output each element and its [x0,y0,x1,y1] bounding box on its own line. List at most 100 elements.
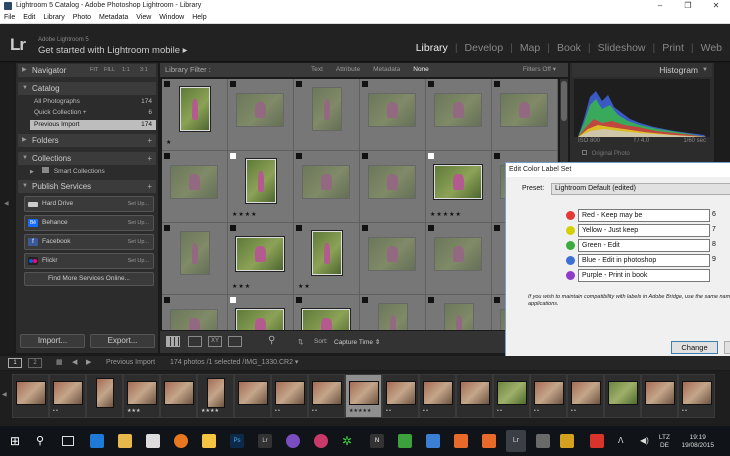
primary-window-button[interactable]: 1 [8,358,22,368]
filmstrip-cell[interactable]: • • [419,374,456,418]
photo-thumbnail[interactable] [180,87,210,131]
setup-link[interactable]: Set Up... [128,254,149,268]
filmstrip-thumbnail[interactable] [386,381,416,405]
flag-icon[interactable] [230,153,236,159]
grid-cell[interactable] [426,223,492,295]
filmstrip-thumbnail[interactable] [312,381,342,405]
photo-thumbnail[interactable] [170,165,218,199]
scrollbar-thumb[interactable] [561,81,567,121]
service-hard-drive[interactable]: Hard Drive Set Up... [24,196,154,212]
filmstrip-cell[interactable]: ★★★★★ [345,374,382,418]
app-icon[interactable] [482,434,496,448]
setup-link[interactable]: Set Up... [128,235,149,249]
flag-icon[interactable] [362,225,368,231]
red-label-field[interactable]: Red - Keep may be [578,209,710,222]
flag-icon[interactable] [362,81,368,87]
module-print[interactable]: Print [662,42,684,54]
flag-icon[interactable] [428,153,434,159]
menu-view[interactable]: View [136,12,151,23]
yellow-label-field[interactable]: Yellow - Just keep [578,224,710,237]
filmstrip-thumbnail[interactable] [460,381,490,405]
catalog-item-all-photographs[interactable]: All Photographs 174 [30,97,156,107]
filmstrip-cell[interactable]: • • [678,374,715,418]
filmstrip-cell[interactable]: • • [271,374,308,418]
loupe-view-icon[interactable] [188,336,202,347]
service-behance[interactable]: Bē Behance Set Up... [24,215,154,231]
flag-icon[interactable] [230,297,236,303]
folders-header[interactable]: ▶ Folders + [18,134,156,147]
survey-view-icon[interactable] [228,336,242,347]
setup-link[interactable]: Set Up... [128,216,149,230]
app-icon[interactable] [286,434,300,448]
filmstrip-thumbnail[interactable] [16,381,46,405]
photo-thumbnail[interactable] [246,159,276,203]
app-icon[interactable] [426,434,440,448]
app-icon[interactable]: N [370,434,384,448]
filmstrip-cell[interactable] [12,374,49,418]
grid-view-icon[interactable] [166,336,180,347]
find-more-services-button[interactable]: Find More Services Online... [24,272,154,286]
grid-cell[interactable]: ★★ [294,223,360,295]
star-rating[interactable]: ★★★ [232,283,251,290]
photo-thumbnail[interactable] [368,237,416,271]
grid-cell[interactable] [360,223,426,295]
flag-icon[interactable] [164,153,170,159]
cancel-button[interactable] [724,341,730,354]
filmstrip-thumbnail[interactable] [497,381,527,405]
language-indicator[interactable]: LTZ DE [659,434,670,450]
filmstrip-cell[interactable] [456,374,493,418]
filmstrip-thumbnail[interactable] [571,381,601,405]
menu-library[interactable]: Library [43,12,64,23]
file-explorer-icon[interactable] [118,434,132,448]
lightroom-taskbar-icon[interactable]: Lr [258,434,272,448]
photo-thumbnail[interactable] [312,87,342,131]
histogram-header[interactable]: Histogram ▼ [572,63,712,77]
photo-thumbnail[interactable] [312,231,342,275]
flag-icon[interactable] [494,153,500,159]
filmstrip-cell[interactable] [641,374,678,418]
collection-smart-collections[interactable]: ▶ Smart Collections [30,167,156,177]
filmstrip-cell[interactable] [604,374,641,418]
sort-direction-icon[interactable]: ⇅ [298,338,303,346]
grid-cell[interactable] [228,295,294,330]
filmstrip-thumbnail[interactable] [423,381,453,405]
photo-thumbnail[interactable] [302,309,350,330]
flag-icon[interactable] [428,225,434,231]
photo-thumbnail[interactable] [236,309,284,330]
preset-dropdown[interactable]: Lightroom Default (edited) [551,183,730,195]
histogram-graph[interactable] [574,79,710,137]
star-rating[interactable]: ★★★★★ [430,211,462,218]
module-develop[interactable]: Develop [465,42,504,54]
filmstrip-thumbnail[interactable] [238,381,268,405]
photo-thumbnail[interactable] [500,93,548,127]
photo-thumbnail[interactable] [434,165,482,199]
left-collapse-icon[interactable]: ◀ [4,200,9,207]
star-rating[interactable]: ★★ [298,283,311,290]
grid-small-icon[interactable]: ▦ [56,356,63,370]
filmstrip-source[interactable]: Previous Import [106,356,155,370]
navigator-fit[interactable]: FIT [90,64,98,77]
firefox-icon[interactable] [174,434,188,448]
grid-cell[interactable] [360,79,426,151]
photo-thumbnail[interactable] [236,237,284,271]
photo-thumbnail[interactable] [434,237,482,271]
sort-dropdown[interactable]: Capture Time ⇕ [334,338,380,346]
filmstrip-thumbnail[interactable] [682,381,712,405]
grid-cell[interactable] [162,151,228,223]
grid-cell[interactable] [294,79,360,151]
flag-icon[interactable] [494,225,500,231]
grid-cell[interactable] [228,79,294,151]
filmstrip-cell[interactable]: ★★★ [123,374,160,418]
star-rating[interactable]: ★ [166,139,172,146]
filmstrip-info[interactable]: 174 photos /1 selected /IMG_1330.CR2 ▾ [170,356,298,370]
menu-window[interactable]: Window [159,12,184,23]
flag-icon[interactable] [230,81,236,87]
menu-help[interactable]: Help [192,12,206,23]
menu-photo[interactable]: Photo [73,12,91,23]
filmstrip-cell[interactable] [86,374,123,418]
filter-tab-text[interactable]: Text [311,63,323,77]
filmstrip-left-icon[interactable]: ◀ [2,391,7,398]
close-icon[interactable]: ✕ [702,0,730,12]
photo-thumbnail[interactable] [368,165,416,199]
checkbox-icon[interactable] [582,150,587,155]
